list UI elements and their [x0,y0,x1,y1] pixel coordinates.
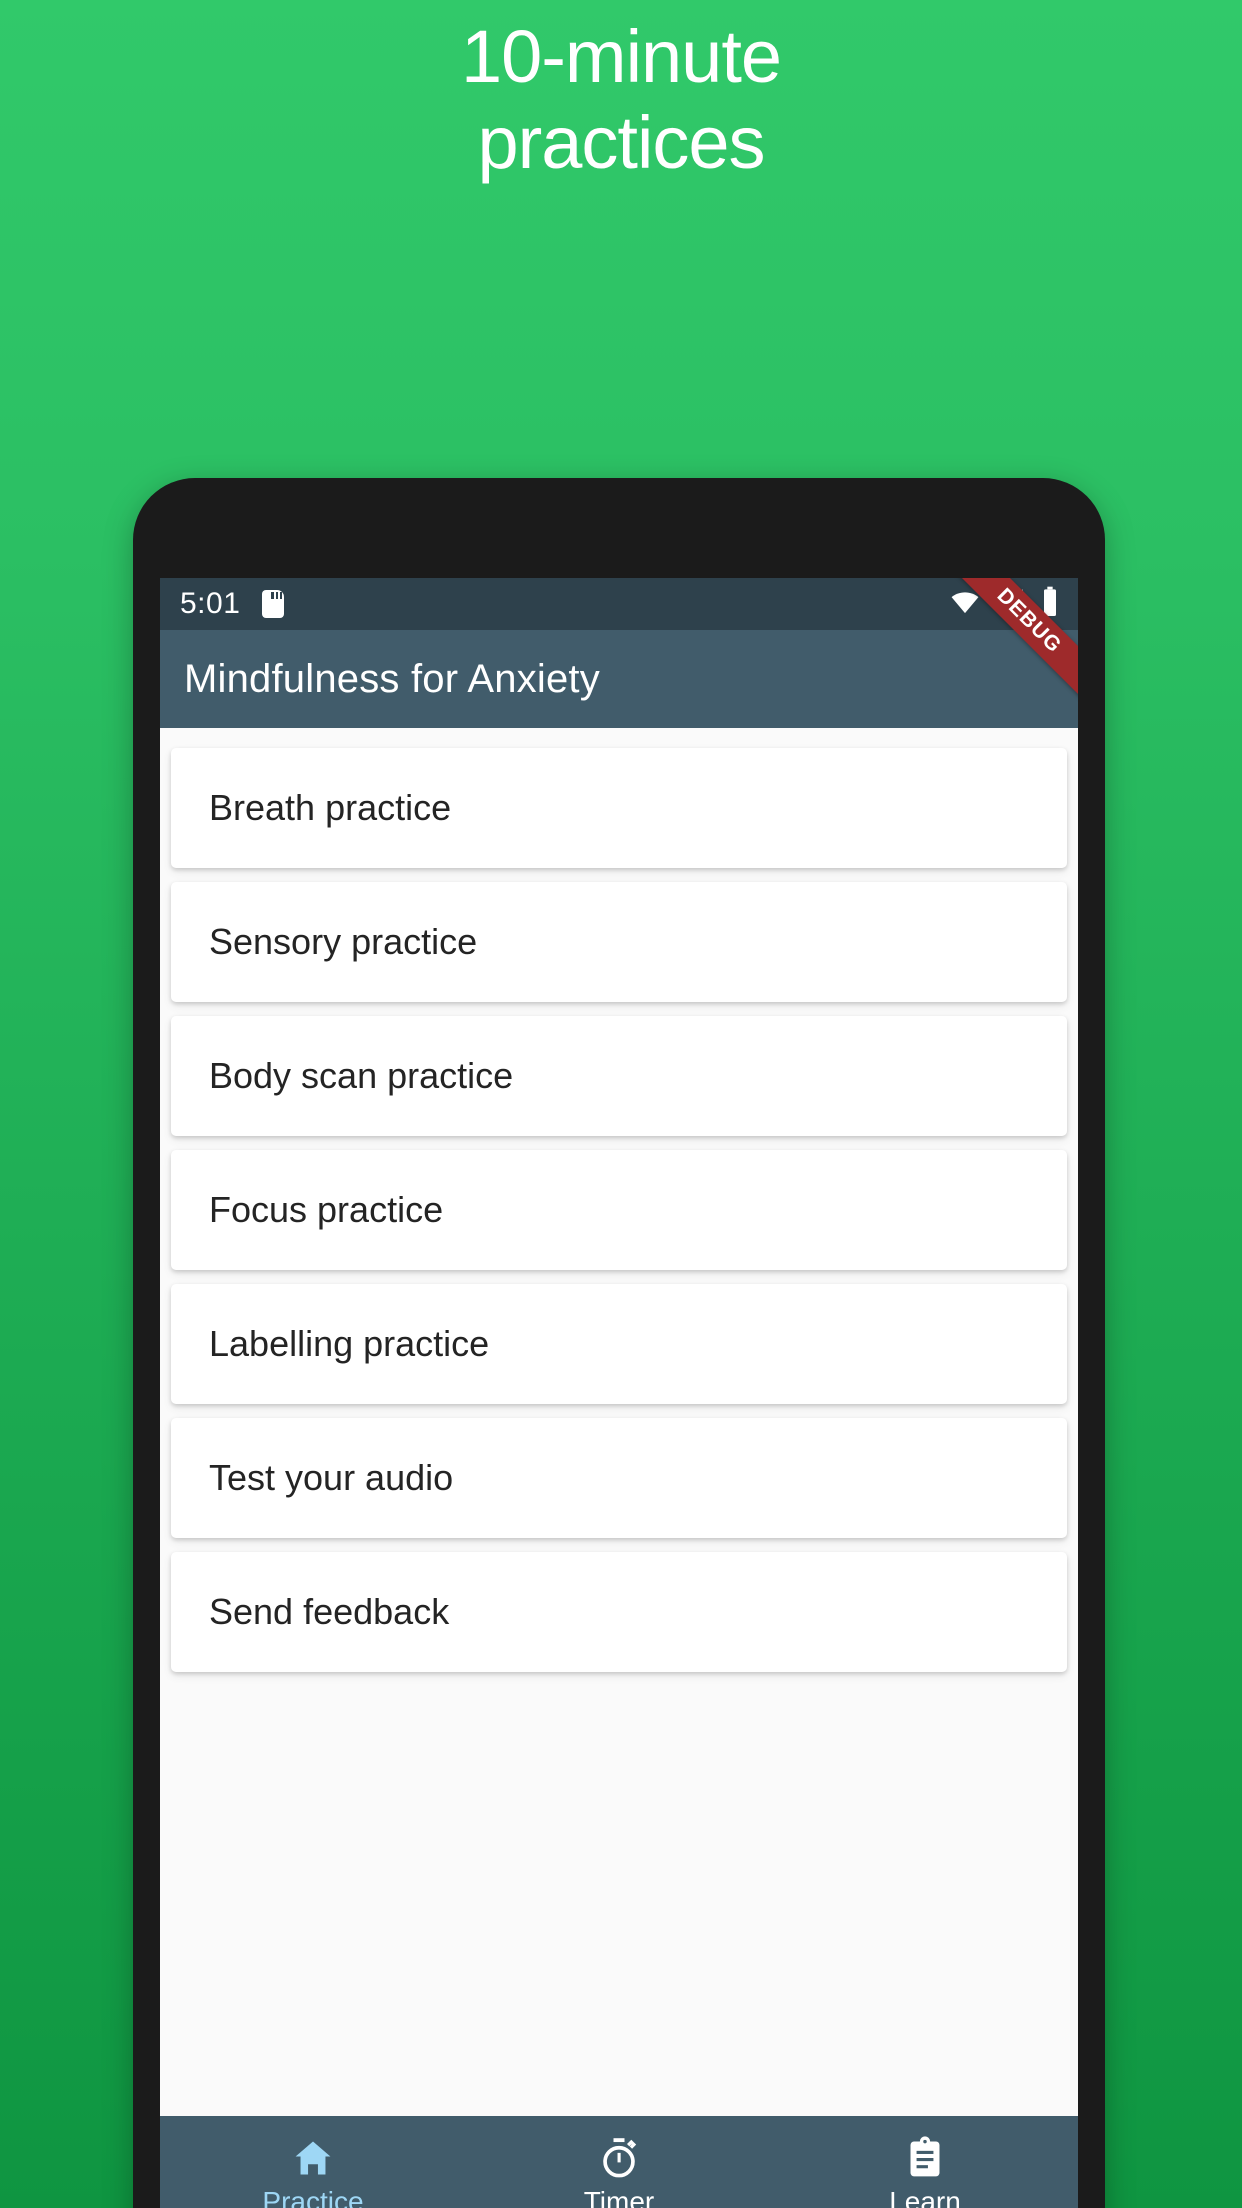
list-item-label: Focus practice [209,1189,444,1230]
list-item-label: Body scan practice [209,1055,514,1096]
tab-practice-label: Practice [262,2186,364,2208]
marketing-headline: 10-minute practices [460,15,782,184]
list-item-label: Test your audio [209,1457,454,1498]
list-item-label: Sensory practice [209,921,478,962]
screenshot-stage: 10-minute practices 5:01 DEBUG Mindfulne… [0,0,1242,2208]
clipboard-icon [903,2136,947,2180]
list-item[interactable]: Focus practice [171,1150,1067,1270]
list-item[interactable]: Labelling practice [171,1284,1067,1404]
home-icon [291,2136,335,2180]
list-item[interactable]: Sensory practice [171,882,1067,1002]
status-bar-left: 5:01 [180,587,285,621]
tab-learn-label: Learn [889,2186,961,2208]
list-item-label: Send feedback [209,1591,450,1632]
list-item-label: Labelling practice [209,1323,490,1364]
phone-screen: 5:01 DEBUG Mindfulness for Anxiety Breat… [160,578,1078,2208]
stopwatch-icon [597,2136,641,2180]
bottom-navigation-bar: Practice Timer Learn [160,2116,1078,2208]
phone-mockup-frame: 5:01 DEBUG Mindfulness for Anxiety Breat… [133,478,1105,2208]
page-title: Mindfulness for Anxiety [184,656,600,701]
tab-timer-label: Timer [583,2186,655,2208]
list-item[interactable]: Breath practice [171,748,1067,868]
list-item-label: Breath practice [209,787,452,828]
practice-list: Breath practice Sensory practice Body sc… [160,728,1078,2116]
list-item[interactable]: Body scan practice [171,1016,1067,1136]
android-status-bar: 5:01 DEBUG [160,578,1078,715]
list-item[interactable]: Test your audio [171,1418,1067,1538]
status-bar-clock: 5:01 [180,587,241,620]
tab-practice[interactable]: Practice [160,2116,466,2208]
app-bar: Mindfulness for Anxiety [160,630,1078,728]
tab-learn[interactable]: Learn [772,2116,1078,2208]
tab-timer[interactable]: Timer [466,2116,772,2208]
sd-card-icon [262,590,285,618]
list-item[interactable]: Send feedback [171,1552,1067,1672]
